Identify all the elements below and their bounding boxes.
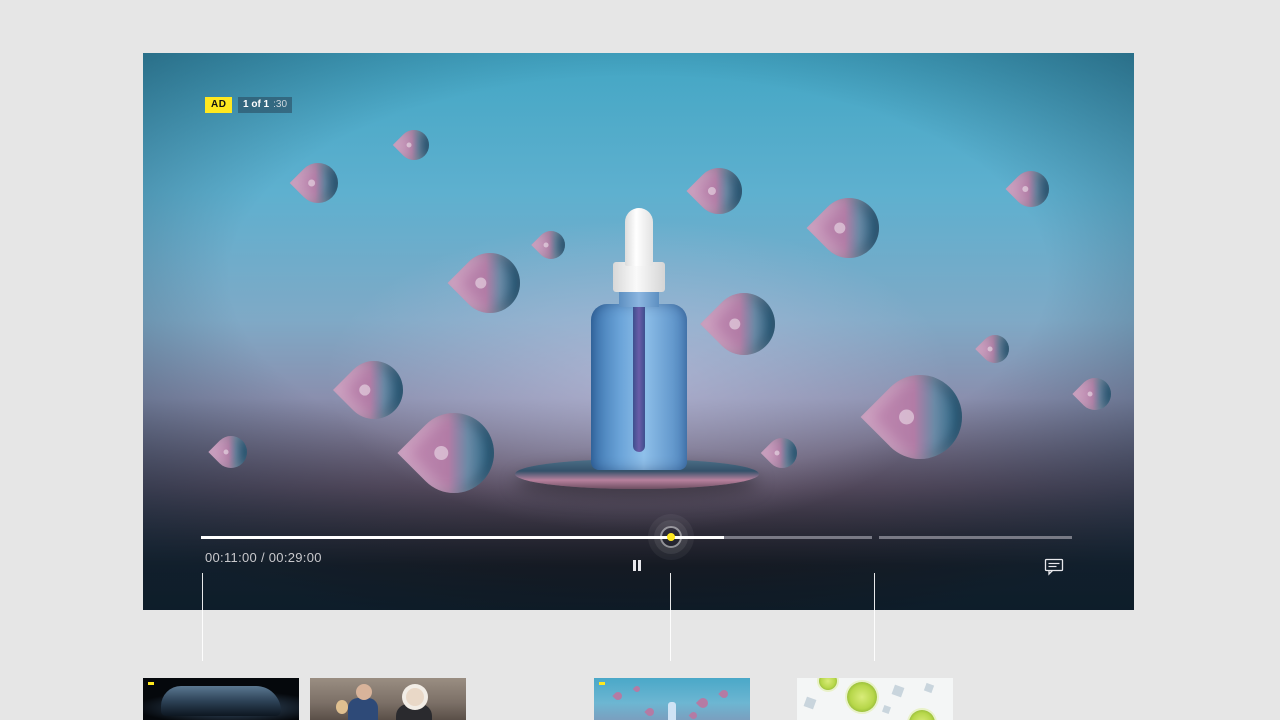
progress-bar-segment[interactable] bbox=[879, 536, 1072, 539]
guide-line bbox=[670, 573, 671, 661]
water-drop bbox=[686, 158, 752, 224]
water-drop bbox=[975, 329, 1015, 369]
scrub-handle[interactable] bbox=[660, 526, 682, 548]
water-drop bbox=[392, 123, 436, 167]
car-image bbox=[161, 686, 281, 716]
guide-line bbox=[874, 573, 875, 661]
ad-marker bbox=[148, 682, 154, 685]
video-frame bbox=[143, 53, 1134, 610]
water-drop bbox=[760, 431, 804, 475]
water-drop bbox=[700, 280, 788, 368]
water-drop bbox=[1072, 371, 1118, 417]
ad-position: 1 of 1 bbox=[243, 99, 270, 110]
water-drop bbox=[397, 396, 511, 510]
ad-counter: 1 of 1:30 bbox=[238, 97, 293, 113]
pause-icon[interactable] bbox=[629, 559, 645, 573]
progress-bar[interactable] bbox=[201, 536, 872, 539]
water-drop bbox=[208, 429, 254, 475]
water-drop bbox=[860, 357, 980, 477]
guide-line bbox=[202, 573, 203, 661]
water-drop bbox=[447, 240, 533, 326]
water-drop bbox=[1005, 163, 1057, 215]
water-drop bbox=[806, 185, 892, 271]
serum-bottle bbox=[591, 208, 687, 470]
water-drop bbox=[332, 348, 416, 432]
thumbnail-people[interactable] bbox=[310, 678, 466, 720]
ad-badge: AD bbox=[205, 97, 233, 113]
captions-icon[interactable] bbox=[1044, 558, 1064, 576]
thumbnail-ad-serum[interactable] bbox=[594, 678, 750, 720]
thumbnail-car[interactable] bbox=[143, 678, 299, 720]
video-player[interactable]: AD 1 of 1:30 00:11:00 / 00:29:00 bbox=[143, 53, 1134, 610]
progress-fill bbox=[201, 536, 725, 539]
thumbnail-limes[interactable] bbox=[797, 678, 953, 720]
ad-marker bbox=[599, 682, 605, 685]
timecode: 00:11:00 / 00:29:00 bbox=[205, 550, 322, 565]
water-drop bbox=[289, 154, 347, 212]
water-drop bbox=[531, 225, 571, 265]
ad-remaining: :30 bbox=[273, 99, 288, 110]
